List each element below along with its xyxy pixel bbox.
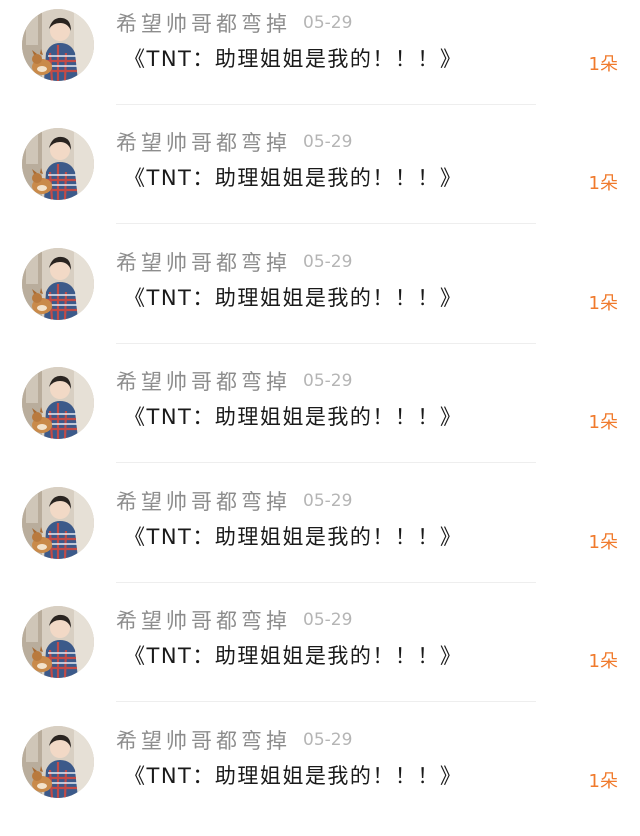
avatar[interactable] [22,606,94,678]
date: 05-29 [303,13,353,33]
divider [116,223,536,224]
list-item[interactable]: 希望帅哥都弯掉 05-29 《TNT：助理姐姐是我的！！！》 1朵 [0,478,640,597]
date: 05-29 [303,252,353,272]
meta-line: 希望帅哥都弯掉 05-29 [116,8,352,44]
username[interactable]: 希望帅哥都弯掉 [116,251,291,275]
gift-count: 1朵 [588,293,618,314]
user-photo-avatar-icon [22,248,94,320]
date: 05-29 [303,610,353,630]
list-item[interactable]: 希望帅哥都弯掉 05-29 《TNT：助理姐姐是我的！！！》 1朵 [0,119,640,238]
list-item[interactable]: 希望帅哥都弯掉 05-29 《TNT：助理姐姐是我的！！！》 1朵 [0,0,640,119]
user-photo-avatar-icon [22,128,94,200]
date: 05-29 [303,371,353,391]
username[interactable]: 希望帅哥都弯掉 [116,370,291,394]
avatar[interactable] [22,367,94,439]
gift-message: 《TNT：助理姐姐是我的！！！》 [124,405,463,429]
avatar[interactable] [22,128,94,200]
username[interactable]: 希望帅哥都弯掉 [116,12,291,36]
date: 05-29 [303,132,353,152]
gift-count: 1朵 [588,532,618,553]
date: 05-29 [303,491,353,511]
gift-count: 1朵 [588,412,618,433]
user-photo-avatar-icon [22,606,94,678]
gift-record-list: 希望帅哥都弯掉 05-29 《TNT：助理姐姐是我的！！！》 1朵 希望帅哥都弯掉… [0,0,640,818]
user-photo-avatar-icon [22,487,94,559]
gift-count: 1朵 [588,771,618,792]
meta-line: 希望帅哥都弯掉 05-29 [116,247,352,283]
user-photo-avatar-icon [22,367,94,439]
username[interactable]: 希望帅哥都弯掉 [116,729,291,753]
divider [116,104,536,105]
gift-message: 《TNT：助理姐姐是我的！！！》 [124,525,463,549]
divider [116,343,536,344]
list-item[interactable]: 希望帅哥都弯掉 05-29 《TNT：助理姐姐是我的！！！》 1朵 [0,239,640,358]
meta-line: 希望帅哥都弯掉 05-29 [116,127,352,163]
user-photo-avatar-icon [22,9,94,81]
list-item[interactable]: 希望帅哥都弯掉 05-29 《TNT：助理姐姐是我的！！！》 1朵 [0,597,640,716]
gift-message: 《TNT：助理姐姐是我的！！！》 [124,644,463,668]
avatar[interactable] [22,726,94,798]
gift-message: 《TNT：助理姐姐是我的！！！》 [124,47,463,71]
username[interactable]: 希望帅哥都弯掉 [116,490,291,514]
date: 05-29 [303,730,353,750]
gift-message: 《TNT：助理姐姐是我的！！！》 [124,166,463,190]
list-item[interactable]: 希望帅哥都弯掉 05-29 《TNT：助理姐姐是我的！！！》 1朵 [0,717,640,836]
gift-message: 《TNT：助理姐姐是我的！！！》 [124,764,463,788]
list-item[interactable]: 希望帅哥都弯掉 05-29 《TNT：助理姐姐是我的！！！》 1朵 [0,358,640,477]
divider [116,701,536,702]
avatar[interactable] [22,248,94,320]
meta-line: 希望帅哥都弯掉 05-29 [116,725,352,761]
divider [116,582,536,583]
avatar[interactable] [22,9,94,81]
gift-count: 1朵 [588,173,618,194]
username[interactable]: 希望帅哥都弯掉 [116,609,291,633]
divider [116,462,536,463]
user-photo-avatar-icon [22,726,94,798]
meta-line: 希望帅哥都弯掉 05-29 [116,605,352,641]
username[interactable]: 希望帅哥都弯掉 [116,131,291,155]
gift-message: 《TNT：助理姐姐是我的！！！》 [124,286,463,310]
gift-count: 1朵 [588,651,618,672]
avatar[interactable] [22,487,94,559]
meta-line: 希望帅哥都弯掉 05-29 [116,486,352,522]
meta-line: 希望帅哥都弯掉 05-29 [116,366,352,402]
gift-count: 1朵 [588,54,618,75]
